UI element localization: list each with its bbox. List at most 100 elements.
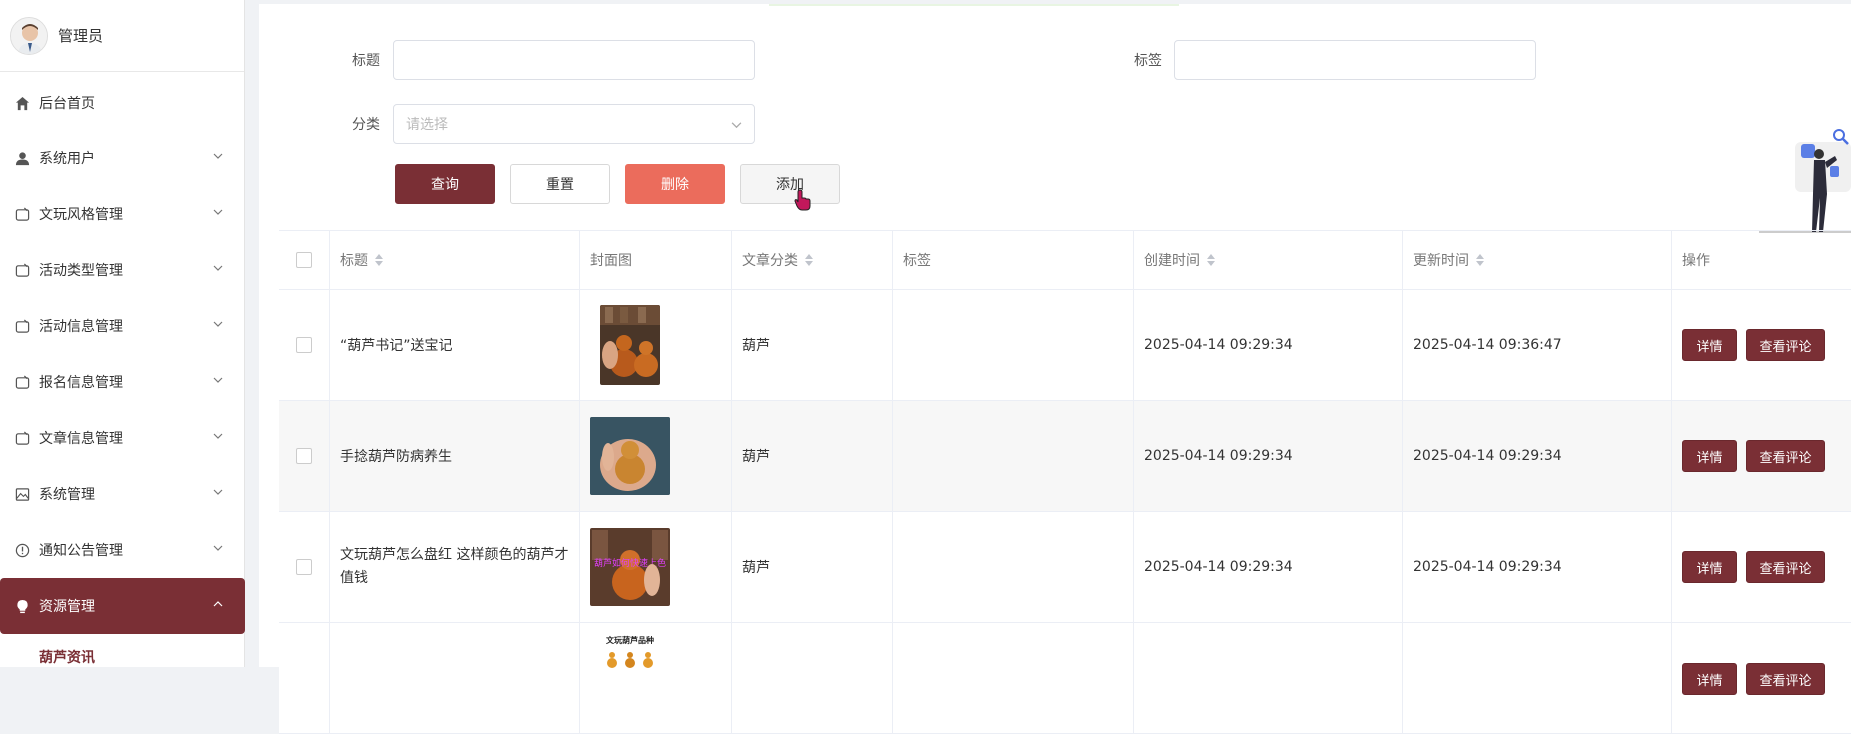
sidebar-subitem-gourd-news[interactable]: 葫芦资讯 bbox=[39, 647, 95, 667]
header-label: 更新时间 bbox=[1413, 253, 1469, 269]
cover-image[interactable]: 葫芦如何快速上色 bbox=[590, 528, 670, 606]
sidebar-item-article-info[interactable]: 文章信息管理 bbox=[0, 410, 245, 466]
chevron-down-icon bbox=[213, 265, 223, 271]
row-created bbox=[1134, 623, 1403, 733]
table-row: 手捻葫芦防病养生 葫芦 2025-04-14 09:29:34 2025-04-… bbox=[279, 401, 1851, 512]
sidebar-item-label: 系统用户 bbox=[39, 151, 95, 167]
view-comments-button[interactable]: 查看评论 bbox=[1746, 440, 1825, 472]
cover-image[interactable]: 文玩葫芦品种 bbox=[590, 633, 670, 673]
sidebar-item-style-management[interactable]: 文玩风格管理 bbox=[0, 186, 245, 242]
row-cover-cell bbox=[580, 401, 732, 511]
main-panel: 标题 标签 分类 请选择 查询 重置 删除 添加 标题 封面图 文章分类 标签 … bbox=[259, 4, 1851, 734]
user-icon bbox=[14, 150, 30, 166]
detail-button[interactable]: 详情 bbox=[1682, 551, 1737, 583]
header-title[interactable]: 标题 bbox=[330, 231, 580, 289]
sidebar-item-signup-info[interactable]: 报名信息管理 bbox=[0, 354, 245, 410]
row-checkbox[interactable] bbox=[296, 559, 312, 575]
sidebar-item-label: 活动信息管理 bbox=[39, 319, 123, 335]
detail-button[interactable]: 详情 bbox=[1682, 440, 1737, 472]
user-name: 管理员 bbox=[58, 27, 104, 45]
sidebar-item-label: 文章信息管理 bbox=[39, 431, 123, 447]
chevron-up-icon bbox=[213, 601, 223, 607]
row-actions: 详情 查看评论 bbox=[1672, 623, 1851, 733]
sort-icon[interactable] bbox=[805, 254, 813, 266]
header-label: 文章分类 bbox=[742, 253, 798, 269]
view-comments-button[interactable]: 查看评论 bbox=[1746, 329, 1825, 361]
sidebar-item-label: 文玩风格管理 bbox=[39, 207, 123, 223]
row-checkbox[interactable] bbox=[296, 337, 312, 353]
row-checkbox[interactable] bbox=[296, 448, 312, 464]
sidebar-item-label: 活动类型管理 bbox=[39, 263, 123, 279]
row-actions: 详情 查看评论 bbox=[1672, 290, 1851, 400]
row-tag bbox=[893, 512, 1134, 622]
sidebar-item-activity-type[interactable]: 活动类型管理 bbox=[0, 242, 245, 298]
cover-image[interactable] bbox=[600, 305, 660, 385]
sidebar-item-label: 后台首页 bbox=[39, 96, 95, 112]
sort-icon[interactable] bbox=[1207, 254, 1215, 266]
category-select[interactable]: 请选择 bbox=[393, 104, 755, 144]
row-updated bbox=[1403, 623, 1672, 733]
sidebar-item-home[interactable]: 后台首页 bbox=[0, 75, 245, 131]
row-tag bbox=[893, 623, 1134, 733]
header-label: 标题 bbox=[340, 253, 368, 269]
row-title bbox=[330, 623, 580, 733]
reset-button[interactable]: 重置 bbox=[510, 164, 610, 204]
person-illustration bbox=[1759, 129, 1851, 233]
detail-button[interactable]: 详情 bbox=[1682, 329, 1737, 361]
chevron-down-icon bbox=[731, 122, 742, 129]
row-created: 2025-04-14 09:29:34 bbox=[1134, 290, 1403, 400]
row-title: 手捻葫芦防病养生 bbox=[330, 401, 580, 511]
category-select-placeholder: 请选择 bbox=[406, 117, 448, 133]
avatar[interactable] bbox=[10, 16, 48, 55]
query-button[interactable]: 查询 bbox=[395, 164, 495, 204]
sidebar-item-label: 系统管理 bbox=[39, 487, 95, 503]
title-filter-input[interactable] bbox=[393, 40, 755, 80]
table-header: 标题 封面图 文章分类 标签 创建时间 更新时间 操作 bbox=[279, 231, 1851, 290]
row-title: “葫芦书记”送宝记 bbox=[330, 290, 580, 400]
chevron-down-icon bbox=[213, 433, 223, 439]
header-updated[interactable]: 更新时间 bbox=[1403, 231, 1672, 289]
chevron-down-icon bbox=[213, 545, 223, 551]
row-cover-cell: 葫芦如何快速上色 bbox=[580, 512, 732, 622]
table-row: 文玩葫芦品种 详情 查看评论 bbox=[279, 623, 1851, 734]
sidebar-item-notice-management[interactable]: 通知公告管理 bbox=[0, 522, 245, 578]
row-category bbox=[732, 623, 893, 733]
header-label: 标签 bbox=[903, 253, 931, 269]
sidebar-item-system-management[interactable]: 系统管理 bbox=[0, 466, 245, 522]
header-label: 操作 bbox=[1682, 253, 1710, 269]
row-actions: 详情 查看评论 bbox=[1672, 512, 1851, 622]
detail-button[interactable]: 详情 bbox=[1682, 663, 1737, 695]
row-updated: 2025-04-14 09:36:47 bbox=[1403, 290, 1672, 400]
bulb-icon bbox=[14, 598, 30, 614]
tag-filter-input[interactable] bbox=[1174, 40, 1536, 80]
cover-image[interactable] bbox=[590, 417, 670, 495]
row-actions: 详情 查看评论 bbox=[1672, 401, 1851, 511]
view-comments-button[interactable]: 查看评论 bbox=[1746, 551, 1825, 583]
chevron-down-icon bbox=[213, 377, 223, 383]
header-label: 创建时间 bbox=[1144, 253, 1200, 269]
chevron-down-icon bbox=[213, 209, 223, 215]
category-filter-label: 分类 bbox=[352, 117, 380, 133]
sidebar-item-resource-management[interactable]: 资源管理 bbox=[0, 578, 245, 634]
header-created[interactable]: 创建时间 bbox=[1134, 231, 1403, 289]
row-updated: 2025-04-14 09:29:34 bbox=[1403, 401, 1672, 511]
select-all-checkbox[interactable] bbox=[296, 252, 312, 268]
sort-icon[interactable] bbox=[375, 254, 383, 266]
delete-button[interactable]: 删除 bbox=[625, 164, 725, 204]
sidebar: 管理员 后台首页 系统用户 文玩风格管理 活动类型管理 活动信息管理 报名信息管… bbox=[0, 0, 245, 667]
sidebar-item-system-users[interactable]: 系统用户 bbox=[0, 130, 245, 186]
folder-icon bbox=[14, 430, 30, 446]
row-category: 葫芦 bbox=[732, 512, 893, 622]
sort-icon[interactable] bbox=[1476, 254, 1484, 266]
title-filter-label: 标题 bbox=[352, 53, 380, 69]
hand-cursor-icon bbox=[794, 189, 811, 211]
header-category[interactable]: 文章分类 bbox=[732, 231, 893, 289]
view-comments-button[interactable]: 查看评论 bbox=[1746, 663, 1825, 695]
cover-overlay-text: 文玩葫芦品种 bbox=[606, 635, 654, 645]
add-button[interactable]: 添加 bbox=[740, 164, 840, 204]
sidebar-item-label: 资源管理 bbox=[39, 599, 95, 615]
info-circle-icon bbox=[14, 542, 30, 558]
row-created: 2025-04-14 09:29:34 bbox=[1134, 401, 1403, 511]
folder-icon bbox=[14, 318, 30, 334]
sidebar-item-activity-info[interactable]: 活动信息管理 bbox=[0, 298, 245, 354]
